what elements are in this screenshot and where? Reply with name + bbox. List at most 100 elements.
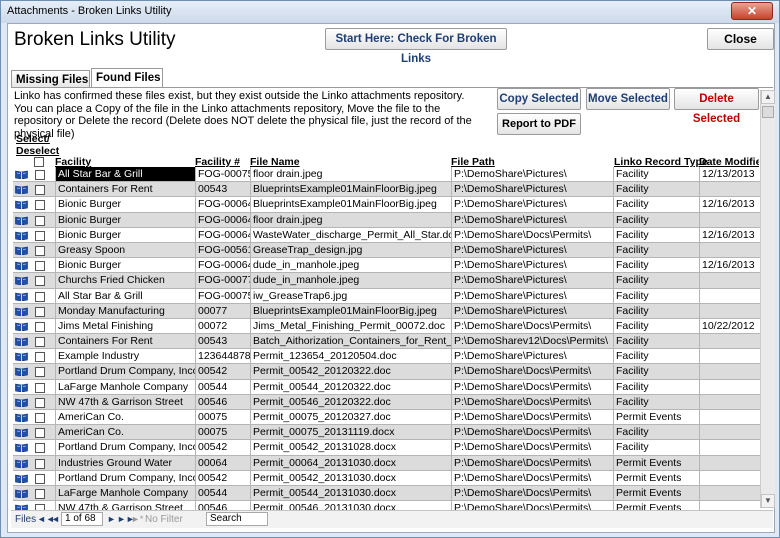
cell-date-modified[interactable] <box>699 485 760 501</box>
row-select-checkbox[interactable] <box>35 413 45 423</box>
cell-facility-number[interactable]: 00072 <box>195 318 250 334</box>
cell-date-modified[interactable]: 12/16/2013 <box>699 227 760 242</box>
cell-file-path[interactable]: P:\DemoShare\Docs\Permits\ <box>451 379 613 394</box>
cell-file-path[interactable]: P:\DemoShare\Docs\Permits\ <box>451 455 613 470</box>
cell-facility[interactable]: LaFarge Manhole Company <box>55 379 195 394</box>
cell-facility-number[interactable]: 00542 <box>195 440 250 455</box>
cell-file-name[interactable]: Permit_00544_20120322.doc <box>250 379 451 394</box>
tab-found-files[interactable]: Found Files <box>91 68 163 88</box>
cell-date-modified[interactable] <box>699 470 760 485</box>
cell-record-type[interactable]: Facility <box>613 258 699 273</box>
cell-file-name[interactable]: GreaseTrap_design.jpg <box>250 242 451 258</box>
row-select-checkbox[interactable] <box>35 488 45 499</box>
row-select-checkbox[interactable] <box>35 230 45 241</box>
cell-record-type[interactable]: Facility <box>613 425 699 440</box>
row-select-checkbox[interactable] <box>35 352 45 363</box>
cell-record-type[interactable]: Facility <box>613 182 699 197</box>
cell-file-name[interactable]: floor drain.jpeg <box>250 167 451 182</box>
table-row[interactable]: Containers For Rent 00543 BlueprintsExampl… <box>13 182 760 198</box>
record-selector[interactable] <box>13 334 30 348</box>
cell-facility[interactable]: Containers For Rent <box>55 334 195 349</box>
cell-facility-number[interactable]: 00544 <box>195 485 250 501</box>
cell-facility[interactable]: Portland Drum Company, Incor <box>55 364 195 379</box>
cell-facility[interactable]: Bionic Burger <box>55 258 195 273</box>
cell-facility-number[interactable]: FOG-00064 <box>195 258 250 273</box>
cell-facility-number[interactable]: 00543 <box>195 334 250 349</box>
scroll-up-icon[interactable]: ▲ <box>761 90 775 104</box>
cell-file-path[interactable]: P:\DemoShare\Pictures\ <box>451 167 613 182</box>
cell-facility-number[interactable]: 1236448789 <box>195 349 250 364</box>
record-selector[interactable] <box>13 380 30 394</box>
vertical-scrollbar[interactable]: ▲ ▼ <box>760 90 775 508</box>
cell-record-type[interactable]: Facility <box>613 364 699 379</box>
cell-date-modified[interactable] <box>699 212 760 227</box>
cell-date-modified[interactable] <box>699 334 760 349</box>
row-select-checkbox[interactable] <box>35 382 45 393</box>
open-book-icon[interactable] <box>15 352 28 362</box>
cell-facility[interactable]: NW 47th & Garrison Street <box>55 394 195 409</box>
cell-file-path[interactable]: P:\DemoShare\Pictures\ <box>451 242 613 258</box>
record-selector[interactable] <box>13 410 30 424</box>
table-row[interactable]: All Star Bar & Grill FOG-00075 iw_GreaseTr… <box>13 288 760 304</box>
row-select-checkbox[interactable] <box>35 291 45 302</box>
open-book-icon[interactable] <box>15 307 28 316</box>
open-book-icon[interactable] <box>15 185 28 195</box>
scroll-thumb[interactable] <box>762 106 774 118</box>
record-selector[interactable] <box>13 258 30 272</box>
cell-record-type[interactable]: Facility <box>613 394 699 409</box>
cell-record-type[interactable]: Facility <box>613 212 699 227</box>
row-select-checkbox[interactable] <box>35 337 45 348</box>
row-select-checkbox[interactable] <box>35 245 45 256</box>
open-book-icon[interactable] <box>15 246 28 255</box>
open-book-icon[interactable] <box>15 474 28 483</box>
cell-record-type[interactable]: Facility <box>613 379 699 394</box>
cell-date-modified[interactable]: 12/16/2013 <box>699 258 760 273</box>
cell-facility-number[interactable]: FOG-00064 <box>195 227 250 242</box>
cell-file-path[interactable]: P:\DemoShare\Docs\Permits\ <box>451 318 613 334</box>
record-selector[interactable] <box>13 471 30 485</box>
cell-file-name[interactable]: BlueprintsExample01MainFloorBig.jpeg <box>250 197 451 212</box>
cell-facility[interactable]: Greasy Spoon <box>55 242 195 258</box>
table-row[interactable]: Bionic Burger FOG-00064 floor drain.jpeg P:… <box>13 212 760 228</box>
table-row[interactable]: Jims Metal Finishing 00072 Jims_Metal_Fini… <box>13 318 760 335</box>
record-position-field[interactable]: 1 of 68 <box>61 512 103 526</box>
cell-date-modified[interactable] <box>699 349 760 364</box>
cell-file-name[interactable]: iw_GreaseTrap6.jpg <box>250 288 451 303</box>
cell-record-type[interactable]: Facility <box>613 334 699 349</box>
cell-facility-number[interactable]: 00075 <box>195 425 250 440</box>
row-select-checkbox[interactable] <box>35 321 45 332</box>
record-selector[interactable] <box>13 349 30 363</box>
cell-facility[interactable]: Churchs Fried Chicken <box>55 273 195 288</box>
record-selector[interactable] <box>13 197 30 211</box>
cell-facility-number[interactable]: FOG-00075 <box>195 288 250 303</box>
cell-file-name[interactable]: Permit_123654_20120504.doc <box>250 349 451 364</box>
cell-facility[interactable]: AmeriCan Co. <box>55 425 195 440</box>
row-select-checkbox[interactable] <box>35 306 45 317</box>
record-selector[interactable] <box>13 456 30 470</box>
cell-facility[interactable]: Bionic Burger <box>55 197 195 212</box>
cell-facility-number[interactable]: 00546 <box>195 394 250 409</box>
tab-missing-files[interactable]: Missing Files <box>11 70 90 87</box>
cell-record-type[interactable]: Facility <box>613 242 699 258</box>
close-button[interactable]: Close <box>707 28 774 50</box>
cell-date-modified[interactable] <box>699 425 760 440</box>
record-selector[interactable] <box>13 243 30 257</box>
cell-facility[interactable]: All Star Bar & Grill <box>55 167 195 182</box>
open-book-icon[interactable] <box>15 276 28 286</box>
open-book-icon[interactable] <box>15 322 28 331</box>
cell-record-type[interactable]: Permit Events <box>613 470 699 485</box>
cell-date-modified[interactable] <box>699 273 760 288</box>
search-input[interactable]: Search <box>206 512 268 526</box>
cell-file-name[interactable]: Batch_Aithorization_Containers_for_Rent_… <box>250 334 451 349</box>
table-row[interactable]: Industries Ground Water 00064 Permit_00064… <box>13 455 760 471</box>
copy-selected-button[interactable]: Copy Selected <box>497 88 581 110</box>
cell-file-path[interactable]: P:\DemoShare\Docs\Permits\ <box>451 440 613 455</box>
open-book-icon[interactable] <box>15 292 28 301</box>
cell-facility[interactable]: Monday Manufacturing <box>55 303 195 318</box>
cell-date-modified[interactable] <box>699 182 760 197</box>
cell-date-modified[interactable] <box>699 440 760 455</box>
cell-date-modified[interactable] <box>699 288 760 303</box>
cell-record-type[interactable]: Facility <box>613 197 699 212</box>
table-row[interactable]: Portland Drum Company, Incor 00542 Permit_… <box>13 364 760 380</box>
cell-date-modified[interactable] <box>699 303 760 318</box>
